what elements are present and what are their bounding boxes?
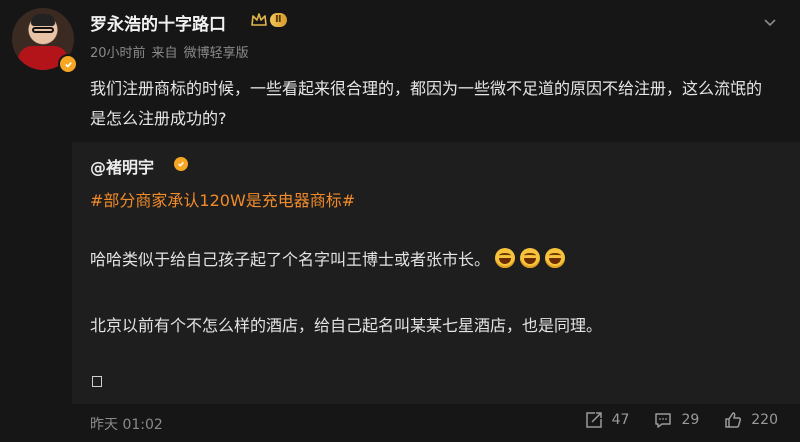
repost-icon: [585, 412, 602, 428]
repost-line-1-text: 哈哈类似于给自己孩子起了个名字叫王博士或者张市长。: [90, 250, 491, 269]
like-button[interactable]: 220: [723, 410, 778, 430]
post-source[interactable]: 微博轻享版: [184, 46, 249, 61]
repost-line-1: 哈哈类似于给自己孩子起了个名字叫王博士或者张市长。: [90, 246, 566, 270]
repost-author[interactable]: @褚明宇: [90, 154, 154, 178]
comment-button[interactable]: 29: [653, 410, 699, 430]
comment-count: 29: [681, 412, 700, 428]
laugh-emoji-icon: [545, 248, 566, 268]
from-label: 来自: [151, 46, 178, 61]
hashtag-link[interactable]: #部分商家承认120W是充电器商标#: [90, 187, 355, 211]
level-badge: Ⅱ: [270, 13, 287, 27]
laugh-emoji-icon: [495, 248, 516, 268]
action-bar: 47 29 220: [560, 410, 778, 430]
chevron-down-icon[interactable]: [762, 14, 778, 30]
like-icon: [725, 412, 742, 428]
like-count: 220: [751, 412, 778, 428]
post-meta: 20小时前 来自 微博轻享版: [90, 42, 255, 61]
repost-card[interactable]: @褚明宇 #部分商家承认120W是充电器商标# 哈哈类似于给自己孩子起了个名字叫…: [72, 142, 800, 404]
author-name[interactable]: 罗永浩的十字路口: [90, 10, 226, 35]
repost-line-2: 北京以前有个不怎么样的酒店，给自己起名叫某某七星酒店，也是同理。: [90, 316, 603, 335]
image-placeholder-icon: [92, 376, 102, 387]
laugh-emoji-icon: [520, 248, 541, 268]
comment-icon: [655, 413, 672, 428]
verified-icon: [174, 157, 188, 171]
repost-count: 47: [611, 412, 630, 428]
post-text: 我们注册商标的时候，一些看起来很合理的，都因为一些微不足道的原因不给注册，这么流…: [90, 79, 763, 128]
post-time: 20小时前: [90, 46, 146, 61]
verified-icon: [58, 54, 78, 74]
repost-time: 昨天 01:02: [90, 417, 163, 433]
repost-button[interactable]: 47: [584, 410, 630, 430]
crown-icon: [251, 13, 267, 26]
